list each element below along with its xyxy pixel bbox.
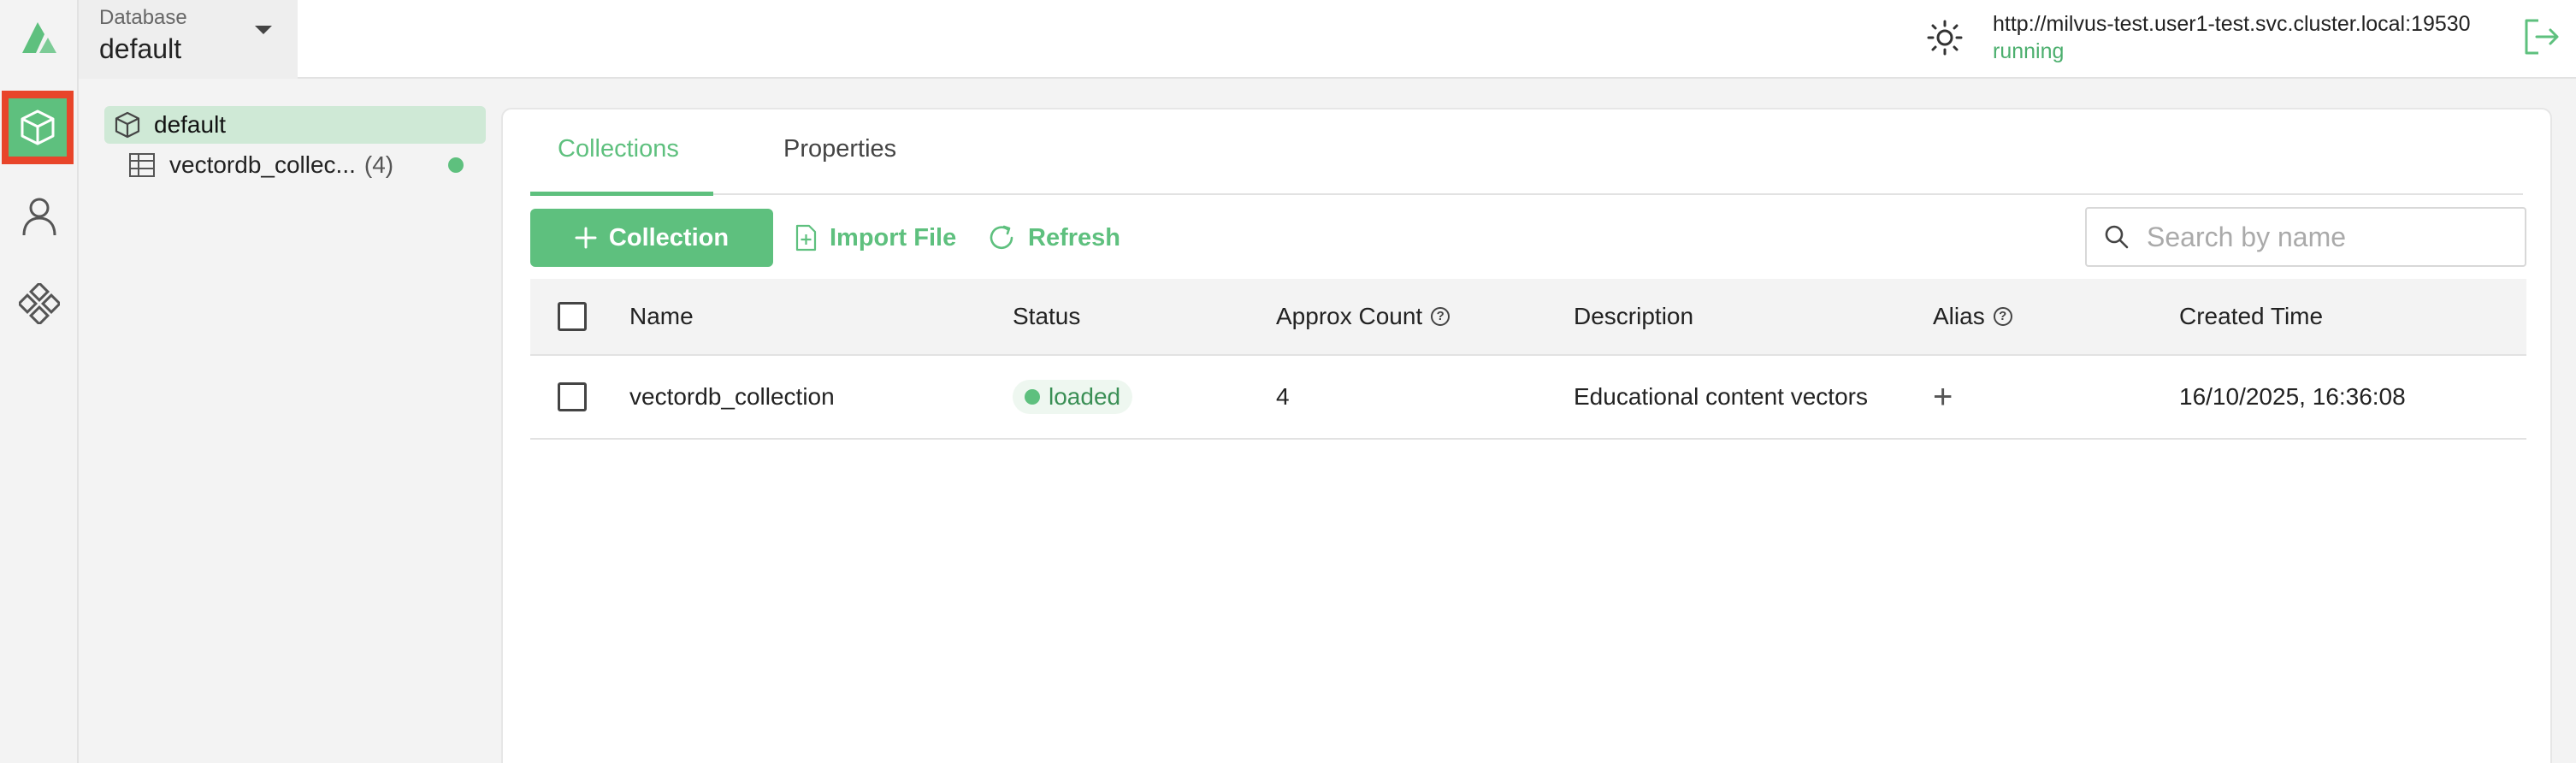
connection-status: running <box>1993 39 2065 63</box>
header-alias-label: Alias <box>1933 303 1985 329</box>
header-name[interactable]: Name <box>629 279 694 354</box>
row-checkbox[interactable] <box>558 382 587 411</box>
logout-icon[interactable] <box>2520 15 2562 58</box>
status-badge: loaded <box>1013 380 1133 414</box>
header-approx-count-label: Approx Count <box>1276 303 1423 329</box>
import-file-label: Import File <box>830 223 957 251</box>
caret-down-icon <box>255 26 272 34</box>
help-icon[interactable]: ? <box>1993 307 2012 326</box>
status-label: loaded <box>1049 383 1121 410</box>
tab-bar: Collections Properties <box>530 109 2523 196</box>
import-file-button[interactable]: Import File <box>794 209 956 267</box>
milvus-logo-icon[interactable] <box>15 15 62 58</box>
tree-collection-label: vectordb_collec... <box>169 151 356 178</box>
tree-collection-count: (4) <box>363 151 394 178</box>
tree-item-collection[interactable]: vectordb_collec... (4) <box>104 144 486 186</box>
search-icon <box>2105 225 2129 249</box>
tab-collections[interactable]: Collections <box>558 135 679 163</box>
header-created-time[interactable]: Created Time <box>2179 279 2323 354</box>
header-approx-count[interactable]: Approx Count ? <box>1276 279 1450 354</box>
active-tab-indicator <box>530 192 713 196</box>
nav-users[interactable] <box>0 180 79 253</box>
row-status: loaded <box>1013 356 1133 438</box>
file-plus-icon <box>795 224 817 251</box>
tree-item-database[interactable]: default <box>104 106 486 144</box>
database-label: Database <box>99 6 187 29</box>
table-header-row: Name Status Approx Count ? Description A… <box>530 279 2526 356</box>
loaded-status-dot <box>448 157 464 173</box>
left-nav-rail <box>0 0 79 763</box>
refresh-button[interactable]: Refresh <box>987 209 1120 267</box>
create-collection-button[interactable]: Collection <box>530 209 773 267</box>
refresh-label: Refresh <box>1028 223 1120 251</box>
header-description[interactable]: Description <box>1574 279 1693 354</box>
row-description: Educational content vectors <box>1574 383 1868 410</box>
plugins-icon <box>19 283 60 324</box>
database-icon <box>21 109 55 145</box>
header-status[interactable]: Status <box>1013 279 1080 354</box>
status-dot <box>1025 389 1040 405</box>
top-bar: Database default http://milvus-test.user… <box>79 0 2576 79</box>
plus-icon <box>575 227 597 249</box>
table-icon <box>129 153 155 177</box>
connection-url: http://milvus-test.user1-test.svc.cluste… <box>1993 12 2471 36</box>
nav-plugins[interactable] <box>0 267 79 340</box>
nav-databases[interactable] <box>2 91 74 164</box>
row-name[interactable]: vectordb_collection <box>629 356 835 438</box>
tree-database-label: default <box>154 111 227 138</box>
add-alias-button[interactable]: + <box>1933 356 1953 438</box>
search-input[interactable] <box>2147 221 2506 253</box>
database-selector[interactable]: Database default <box>79 0 298 79</box>
database-value: default <box>99 33 182 64</box>
row-created-time: 16/10/2025, 16:36:08 <box>2179 383 2406 410</box>
table-row: vectordb_collection loaded 4 Educational… <box>530 356 2526 440</box>
main-panel: Collections Properties Collection Import… <box>501 108 2552 763</box>
help-icon[interactable]: ? <box>1431 307 1450 326</box>
collections-table: Name Status Approx Count ? Description A… <box>530 279 2526 440</box>
database-tree: default vectordb_collec... (4) <box>104 106 486 186</box>
user-icon <box>22 198 56 236</box>
tab-properties[interactable]: Properties <box>783 135 896 163</box>
header-alias[interactable]: Alias ? <box>1933 279 2012 354</box>
select-all-checkbox[interactable] <box>558 302 587 331</box>
row-approx-count: 4 <box>1276 383 1290 410</box>
search-box <box>2085 207 2526 267</box>
sun-icon[interactable] <box>1926 19 1964 56</box>
create-collection-label: Collection <box>608 223 730 251</box>
refresh-icon <box>990 225 1013 250</box>
database-icon <box>115 111 140 139</box>
